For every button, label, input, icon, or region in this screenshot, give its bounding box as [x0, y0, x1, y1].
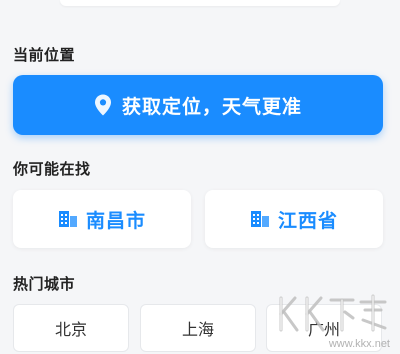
building-icon [58, 211, 77, 227]
get-location-button[interactable]: 获取定位，天气更准 [13, 75, 383, 135]
suggestion-label: 江西省 [277, 209, 338, 232]
suggestion-label: 南昌市 [85, 209, 146, 232]
previous-panel-edge [0, 0, 400, 14]
building-icon [250, 211, 269, 227]
get-location-label: 获取定位，天气更准 [121, 95, 302, 118]
hot-city-beijing[interactable]: 北京 [13, 304, 129, 352]
hot-city-guangzhou[interactable]: 广州 [266, 304, 382, 352]
hot-city-shanghai[interactable]: 上海 [140, 304, 256, 352]
current-location-title: 当前位置 [13, 46, 76, 64]
location-pin-icon [94, 94, 111, 116]
suggestion-card-nanchang[interactable]: 南昌市 [13, 190, 191, 248]
panel-bottom-edge [60, 0, 340, 6]
hot-cities-title: 热门城市 [13, 275, 76, 293]
suggestion-card-jiangxi[interactable]: 江西省 [205, 190, 383, 248]
suggestions-title: 你可能在找 [13, 160, 91, 178]
